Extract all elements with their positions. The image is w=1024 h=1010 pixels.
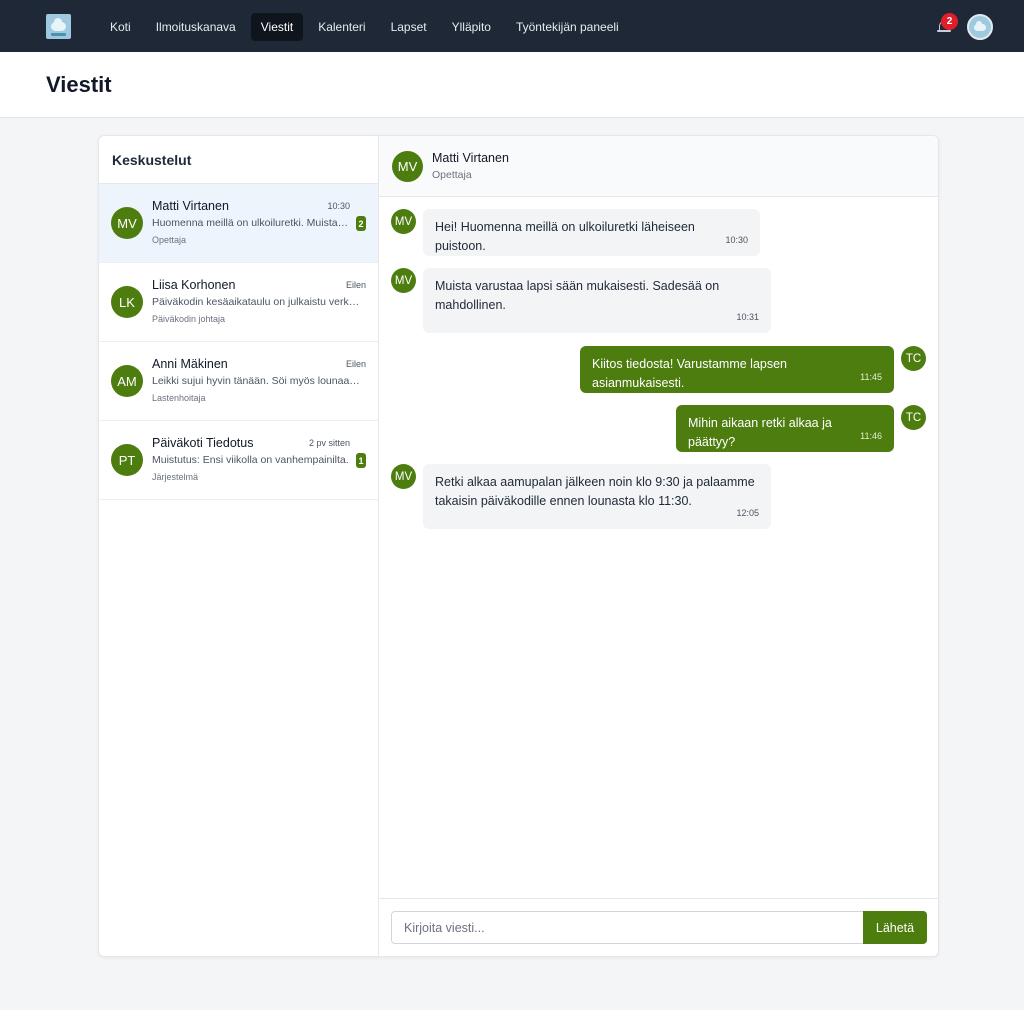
chat-contact-role: Opettaja <box>432 169 472 181</box>
user-avatar[interactable] <box>967 14 993 40</box>
message-text: Hei! Huomenna meillä on ulkoiluretki läh… <box>435 220 695 253</box>
conversation-preview: Päiväkodin kesäaikataulu on julkaistu ve… <box>152 296 364 308</box>
conversation-name: Päiväkoti Tiedotus <box>152 436 254 450</box>
conversation-role: Opettaja <box>152 235 187 245</box>
conversation-item-liisa-korhonen[interactable]: LK Liisa Korhonen Eilen Päiväkodin kesäa… <box>99 263 378 342</box>
avatar: PT <box>111 444 143 476</box>
conversation-time: Eilen <box>345 359 366 369</box>
conversation-item-matti-virtanen[interactable]: MV Matti Virtanen 10:30 Huomenna meillä … <box>99 184 378 263</box>
message-input[interactable] <box>391 911 864 944</box>
message-text-line: takaisin päiväkodille ennen lounasta klo… <box>435 494 692 508</box>
message-avatar: MV <box>391 464 416 489</box>
conversation-name: Anni Mäkinen <box>152 357 228 371</box>
send-button[interactable]: Lähetä <box>863 911 927 944</box>
message-text-line: Retki alkaa aamupalan jälkeen noin klo 9… <box>435 475 755 489</box>
chat-contact-name: Matti Virtanen <box>432 151 509 165</box>
message-bubble-incoming: Muista varustaa lapsi sään mukaisesti. S… <box>423 268 771 333</box>
conversation-preview: Huomenna meillä on ulkoiluretki. Muista … <box>152 217 351 229</box>
conversation-sidebar: Keskustelut MV Matti Virtanen 10:30 Huom… <box>99 136 379 956</box>
unread-badge: 2 <box>356 216 366 231</box>
message-time: 11:46 <box>860 431 882 441</box>
message-time: 11:45 <box>860 372 882 382</box>
conversation-role: Päiväkodin johtaja <box>152 314 226 324</box>
notification-badge: 2 <box>941 13 958 30</box>
conversation-name: Liisa Korhonen <box>152 278 236 292</box>
message-bubble-outgoing: Mihin aikaan retki alkaa ja päättyy? 11:… <box>676 405 894 452</box>
conversation-preview: Muistutus: Ensi viikolla on vanhempainil… <box>152 454 349 466</box>
chat-header: MV Matti Virtanen Opettaja <box>379 136 938 197</box>
conversation-item-anni-makinen[interactable]: AM Anni Mäkinen Eilen Leikki sujui hyvin… <box>99 342 378 421</box>
message-bubble-incoming: Retki alkaa aamupalan jälkeen noin klo 9… <box>423 464 771 529</box>
message-text: Kiitos tiedosta! Varustamme lapsen asian… <box>592 357 788 390</box>
conversation-preview: Leikki sujui hyvin tänään. Söi myös loun… <box>152 375 364 387</box>
nav-item-ilmoituskanava[interactable]: Ilmoituskanava <box>146 13 246 41</box>
nav-item-koti[interactable]: Koti <box>100 13 141 41</box>
message-bubble-outgoing: Kiitos tiedosta! Varustamme lapsen asian… <box>580 346 894 393</box>
message-text-line: mahdollinen. <box>435 298 506 312</box>
message-time: 10:30 <box>725 235 748 245</box>
conversation-item-paivakoti-tiedotus[interactable]: PT Päiväkoti Tiedotus 2 pv sitten Muistu… <box>99 421 378 500</box>
message-text-line: Muista varustaa lapsi sään mukaisesti. S… <box>435 279 720 293</box>
nav-item-viestit[interactable]: Viestit <box>250 13 304 41</box>
nav-item-kalenteri[interactable]: Kalenteri <box>308 13 375 41</box>
nav-links: Koti Ilmoituskanava Viestit Kalenteri La… <box>100 13 634 41</box>
page-header: Viestit <box>0 52 1024 118</box>
message-avatar: MV <box>391 209 416 234</box>
unread-badge: 1 <box>356 453 366 468</box>
message-text: Mihin aikaan retki alkaa ja päättyy? <box>688 416 832 449</box>
avatar: LK <box>111 286 143 318</box>
conversation-time: 10:30 <box>327 201 350 211</box>
nav-item-tyontekijan-paneeli[interactable]: Työntekijän paneeli <box>506 13 629 41</box>
conversation-role: Lastenhoitaja <box>152 393 206 403</box>
chat-area: MV Matti Virtanen Opettaja MV Hei! Huome… <box>379 136 938 956</box>
nav-item-lapset[interactable]: Lapset <box>381 13 437 41</box>
message-composer: Lähetä <box>379 898 938 956</box>
conversation-time: 2 pv sitten <box>308 438 350 448</box>
avatar: MV <box>111 207 143 239</box>
messages-panel: Keskustelut MV Matti Virtanen 10:30 Huom… <box>98 135 939 957</box>
page-title: Viestit <box>46 72 112 97</box>
top-navigation: Koti Ilmoituskanava Viestit Kalenteri La… <box>0 0 1024 52</box>
cloud-logo-icon[interactable] <box>46 14 71 39</box>
conversation-role: Järjestelmä <box>152 472 199 482</box>
sidebar-title: Keskustelut <box>112 152 192 168</box>
message-avatar: MV <box>391 268 416 293</box>
nav-item-yllapito[interactable]: Ylläpito <box>442 13 501 41</box>
avatar: MV <box>392 151 423 182</box>
message-time: 10:31 <box>736 312 759 322</box>
message-time: 12:05 <box>736 508 759 518</box>
message-avatar: TC <box>901 405 926 430</box>
avatar: AM <box>111 365 143 397</box>
message-avatar: TC <box>901 346 926 371</box>
conversation-time: Eilen <box>345 280 366 290</box>
conversation-name: Matti Virtanen <box>152 199 229 213</box>
message-bubble-incoming: Hei! Huomenna meillä on ulkoiluretki läh… <box>423 209 760 256</box>
